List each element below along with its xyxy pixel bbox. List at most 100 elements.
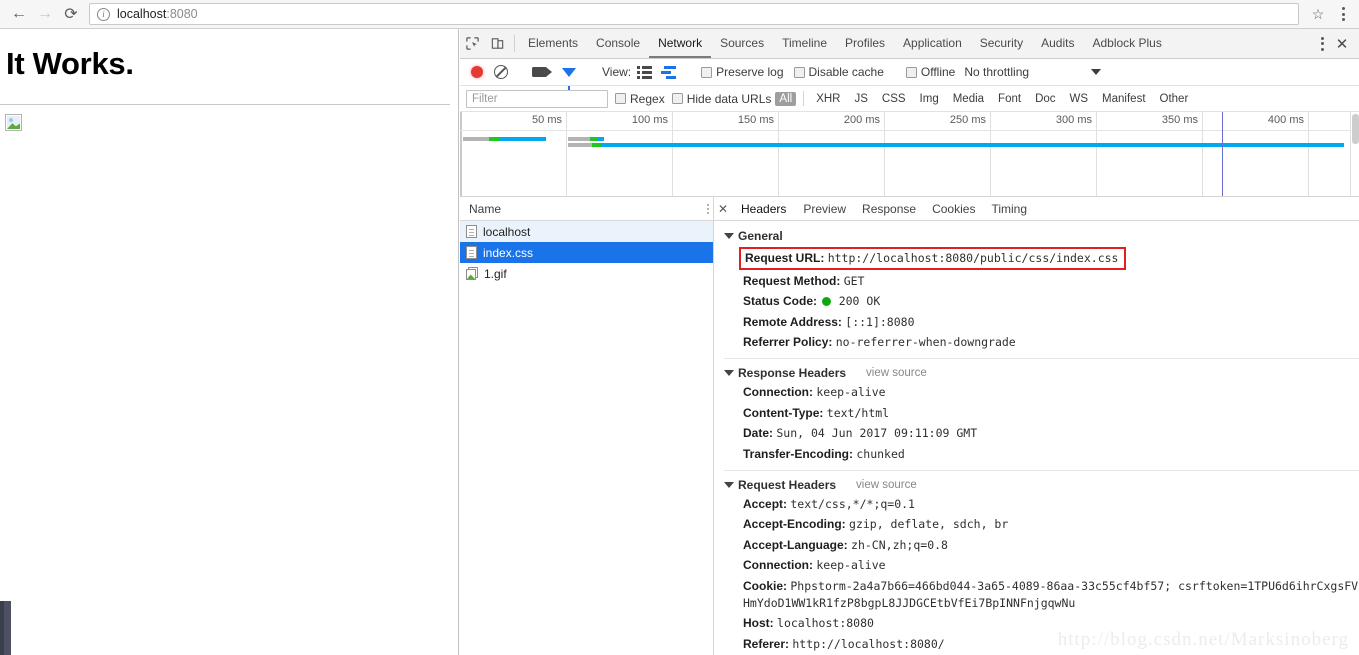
devtools-more-icon[interactable] bbox=[1313, 36, 1331, 51]
row-key: Accept-Language: bbox=[743, 537, 848, 552]
tab-application[interactable]: Application bbox=[894, 29, 971, 58]
toolbar-separator bbox=[514, 35, 515, 52]
checkbox-box bbox=[701, 66, 713, 78]
camera-icon[interactable] bbox=[532, 67, 552, 77]
type-filter-css[interactable]: CSS bbox=[877, 92, 911, 106]
tab-audits[interactable]: Audits bbox=[1032, 29, 1083, 58]
tab-console[interactable]: Console bbox=[587, 29, 649, 58]
row-value: text/html bbox=[826, 405, 890, 420]
throttling-dropdown[interactable]: No throttling bbox=[964, 65, 1102, 79]
overview-tick-50ms: 50 ms bbox=[532, 114, 562, 126]
table-row[interactable]: localhost bbox=[460, 221, 713, 242]
devtools-tabbar: Elements Console Network Sources Timelin… bbox=[460, 29, 1359, 59]
checkbox-box bbox=[905, 66, 917, 78]
inspect-element-icon[interactable] bbox=[460, 29, 485, 58]
preserve-log-label: Preserve log bbox=[716, 65, 784, 79]
tab-adblock-plus[interactable]: Adblock Plus bbox=[1083, 29, 1170, 58]
back-icon[interactable]: ← bbox=[6, 1, 32, 27]
section-general-header[interactable]: General bbox=[714, 226, 1359, 246]
offline-checkbox[interactable]: Offline bbox=[905, 65, 955, 79]
bookmark-star-icon[interactable]: ☆ bbox=[1306, 2, 1330, 26]
devtools-close-icon[interactable]: ✕ bbox=[1331, 35, 1353, 53]
type-filter-media[interactable]: Media bbox=[948, 92, 989, 106]
page-scrollbar[interactable] bbox=[0, 601, 11, 655]
row-key: Cookie: bbox=[743, 578, 788, 593]
type-filter-font[interactable]: Font bbox=[993, 92, 1026, 106]
browser-menu-icon[interactable] bbox=[1333, 2, 1353, 26]
tab-sources[interactable]: Sources bbox=[711, 29, 773, 58]
url-port: :8080 bbox=[166, 7, 198, 21]
dom-content-loaded-marker bbox=[1222, 112, 1224, 196]
filter-input[interactable] bbox=[466, 89, 608, 108]
row-value: gzip, deflate, sdch, br bbox=[849, 517, 1009, 532]
row-value: Phpstorm-2a4a7b66=466bd044-3a65-4089-86a… bbox=[743, 578, 1359, 610]
devtools-tab-list: Elements Console Network Sources Timelin… bbox=[519, 29, 1313, 58]
preserve-log-checkbox[interactable]: Preserve log bbox=[701, 65, 784, 79]
tab-security[interactable]: Security bbox=[971, 29, 1032, 58]
type-filter-all[interactable]: All bbox=[775, 91, 797, 106]
type-filter-xhr[interactable]: XHR bbox=[811, 92, 845, 106]
tab-timeline[interactable]: Timeline bbox=[773, 29, 836, 58]
header-row: Accept-Language: zh-CN,zh;q=0.8 bbox=[714, 535, 1359, 555]
tab-elements[interactable]: Elements bbox=[519, 29, 587, 58]
network-overview-timeline[interactable]: 50 ms 100 ms 150 ms 200 ms 250 ms 300 ms… bbox=[460, 112, 1359, 197]
type-filter-doc[interactable]: Doc bbox=[1030, 92, 1060, 106]
filter-icon[interactable] bbox=[562, 67, 576, 90]
forward-icon[interactable]: → bbox=[32, 1, 58, 27]
section-request-headers-header[interactable]: Request Headers view source bbox=[714, 475, 1359, 495]
waterfall-view-icon[interactable] bbox=[661, 66, 677, 79]
tab-profiles[interactable]: Profiles bbox=[836, 29, 894, 58]
header-row: Connection: keep-alive bbox=[714, 556, 1359, 576]
row-value: zh-CN,zh;q=0.8 bbox=[851, 537, 948, 552]
overview-scrollbar[interactable] bbox=[1350, 112, 1359, 196]
hide-data-urls-checkbox[interactable]: Hide data URLs bbox=[671, 92, 771, 106]
broken-image-icon bbox=[5, 114, 22, 131]
tab-timing[interactable]: Timing bbox=[983, 202, 1035, 216]
row-key: Host: bbox=[743, 616, 774, 631]
section-divider bbox=[724, 357, 1359, 359]
table-row[interactable]: index.css bbox=[460, 242, 713, 263]
table-row[interactable]: 1.gif bbox=[460, 263, 713, 284]
address-bar[interactable]: i localhost:8080 bbox=[89, 3, 1299, 25]
column-options-icon[interactable] bbox=[707, 203, 709, 214]
tab-preview[interactable]: Preview bbox=[795, 202, 854, 216]
regex-checkbox[interactable]: Regex bbox=[615, 92, 665, 106]
type-filter-other[interactable]: Other bbox=[1155, 92, 1194, 106]
overview-request-bar bbox=[568, 143, 1344, 147]
tab-response[interactable]: Response bbox=[854, 202, 924, 216]
type-filter-manifest[interactable]: Manifest bbox=[1097, 92, 1150, 106]
resource-type-filters: All XHR JS CSS Img Media Font Doc WS Man… bbox=[773, 91, 1195, 106]
type-filter-img[interactable]: Img bbox=[915, 92, 944, 106]
toggle-device-toolbar-icon[interactable] bbox=[485, 29, 510, 58]
chevron-down-icon bbox=[1091, 69, 1102, 75]
request-name: 1.gif bbox=[484, 266, 507, 281]
view-source-link[interactable]: view source bbox=[856, 479, 917, 491]
section-response-headers-header[interactable]: Response Headers view source bbox=[714, 363, 1359, 383]
browser-toolbar: ← → ⟳ i localhost:8080 ☆ bbox=[0, 0, 1359, 29]
reload-icon[interactable]: ⟳ bbox=[58, 1, 84, 27]
row-key: Content-Type: bbox=[743, 405, 824, 420]
type-filter-ws[interactable]: WS bbox=[1065, 92, 1094, 106]
tab-headers[interactable]: Headers bbox=[733, 202, 794, 216]
close-details-icon[interactable]: ✕ bbox=[714, 202, 732, 216]
view-label: View: bbox=[602, 65, 632, 79]
row-value: keep-alive bbox=[816, 385, 886, 400]
clear-icon[interactable] bbox=[494, 65, 508, 79]
list-view-icon[interactable] bbox=[637, 66, 653, 79]
type-filter-js[interactable]: JS bbox=[849, 92, 872, 106]
row-value: chunked bbox=[856, 446, 905, 461]
record-icon[interactable] bbox=[471, 66, 483, 78]
view-source-link[interactable]: view source bbox=[866, 367, 927, 379]
network-body: Name localhost index.css 1.gif ✕ Headers… bbox=[460, 197, 1359, 655]
header-row: Transfer-Encoding: chunked bbox=[714, 444, 1359, 464]
site-info-icon[interactable]: i bbox=[97, 7, 110, 21]
disable-cache-checkbox[interactable]: Disable cache bbox=[793, 65, 884, 79]
tab-network[interactable]: Network bbox=[649, 29, 712, 58]
page-divider bbox=[0, 104, 450, 105]
tab-cookies[interactable]: Cookies bbox=[924, 202, 983, 216]
overview-tick-400ms: 400 ms bbox=[1267, 114, 1304, 126]
row-value: http://localhost:8080/public/css/index.c… bbox=[827, 251, 1119, 265]
remote-address-row: Remote Address: [::1]:8080 bbox=[714, 312, 1359, 332]
row-value: GET bbox=[843, 273, 865, 288]
overview-left-edge bbox=[460, 112, 462, 196]
